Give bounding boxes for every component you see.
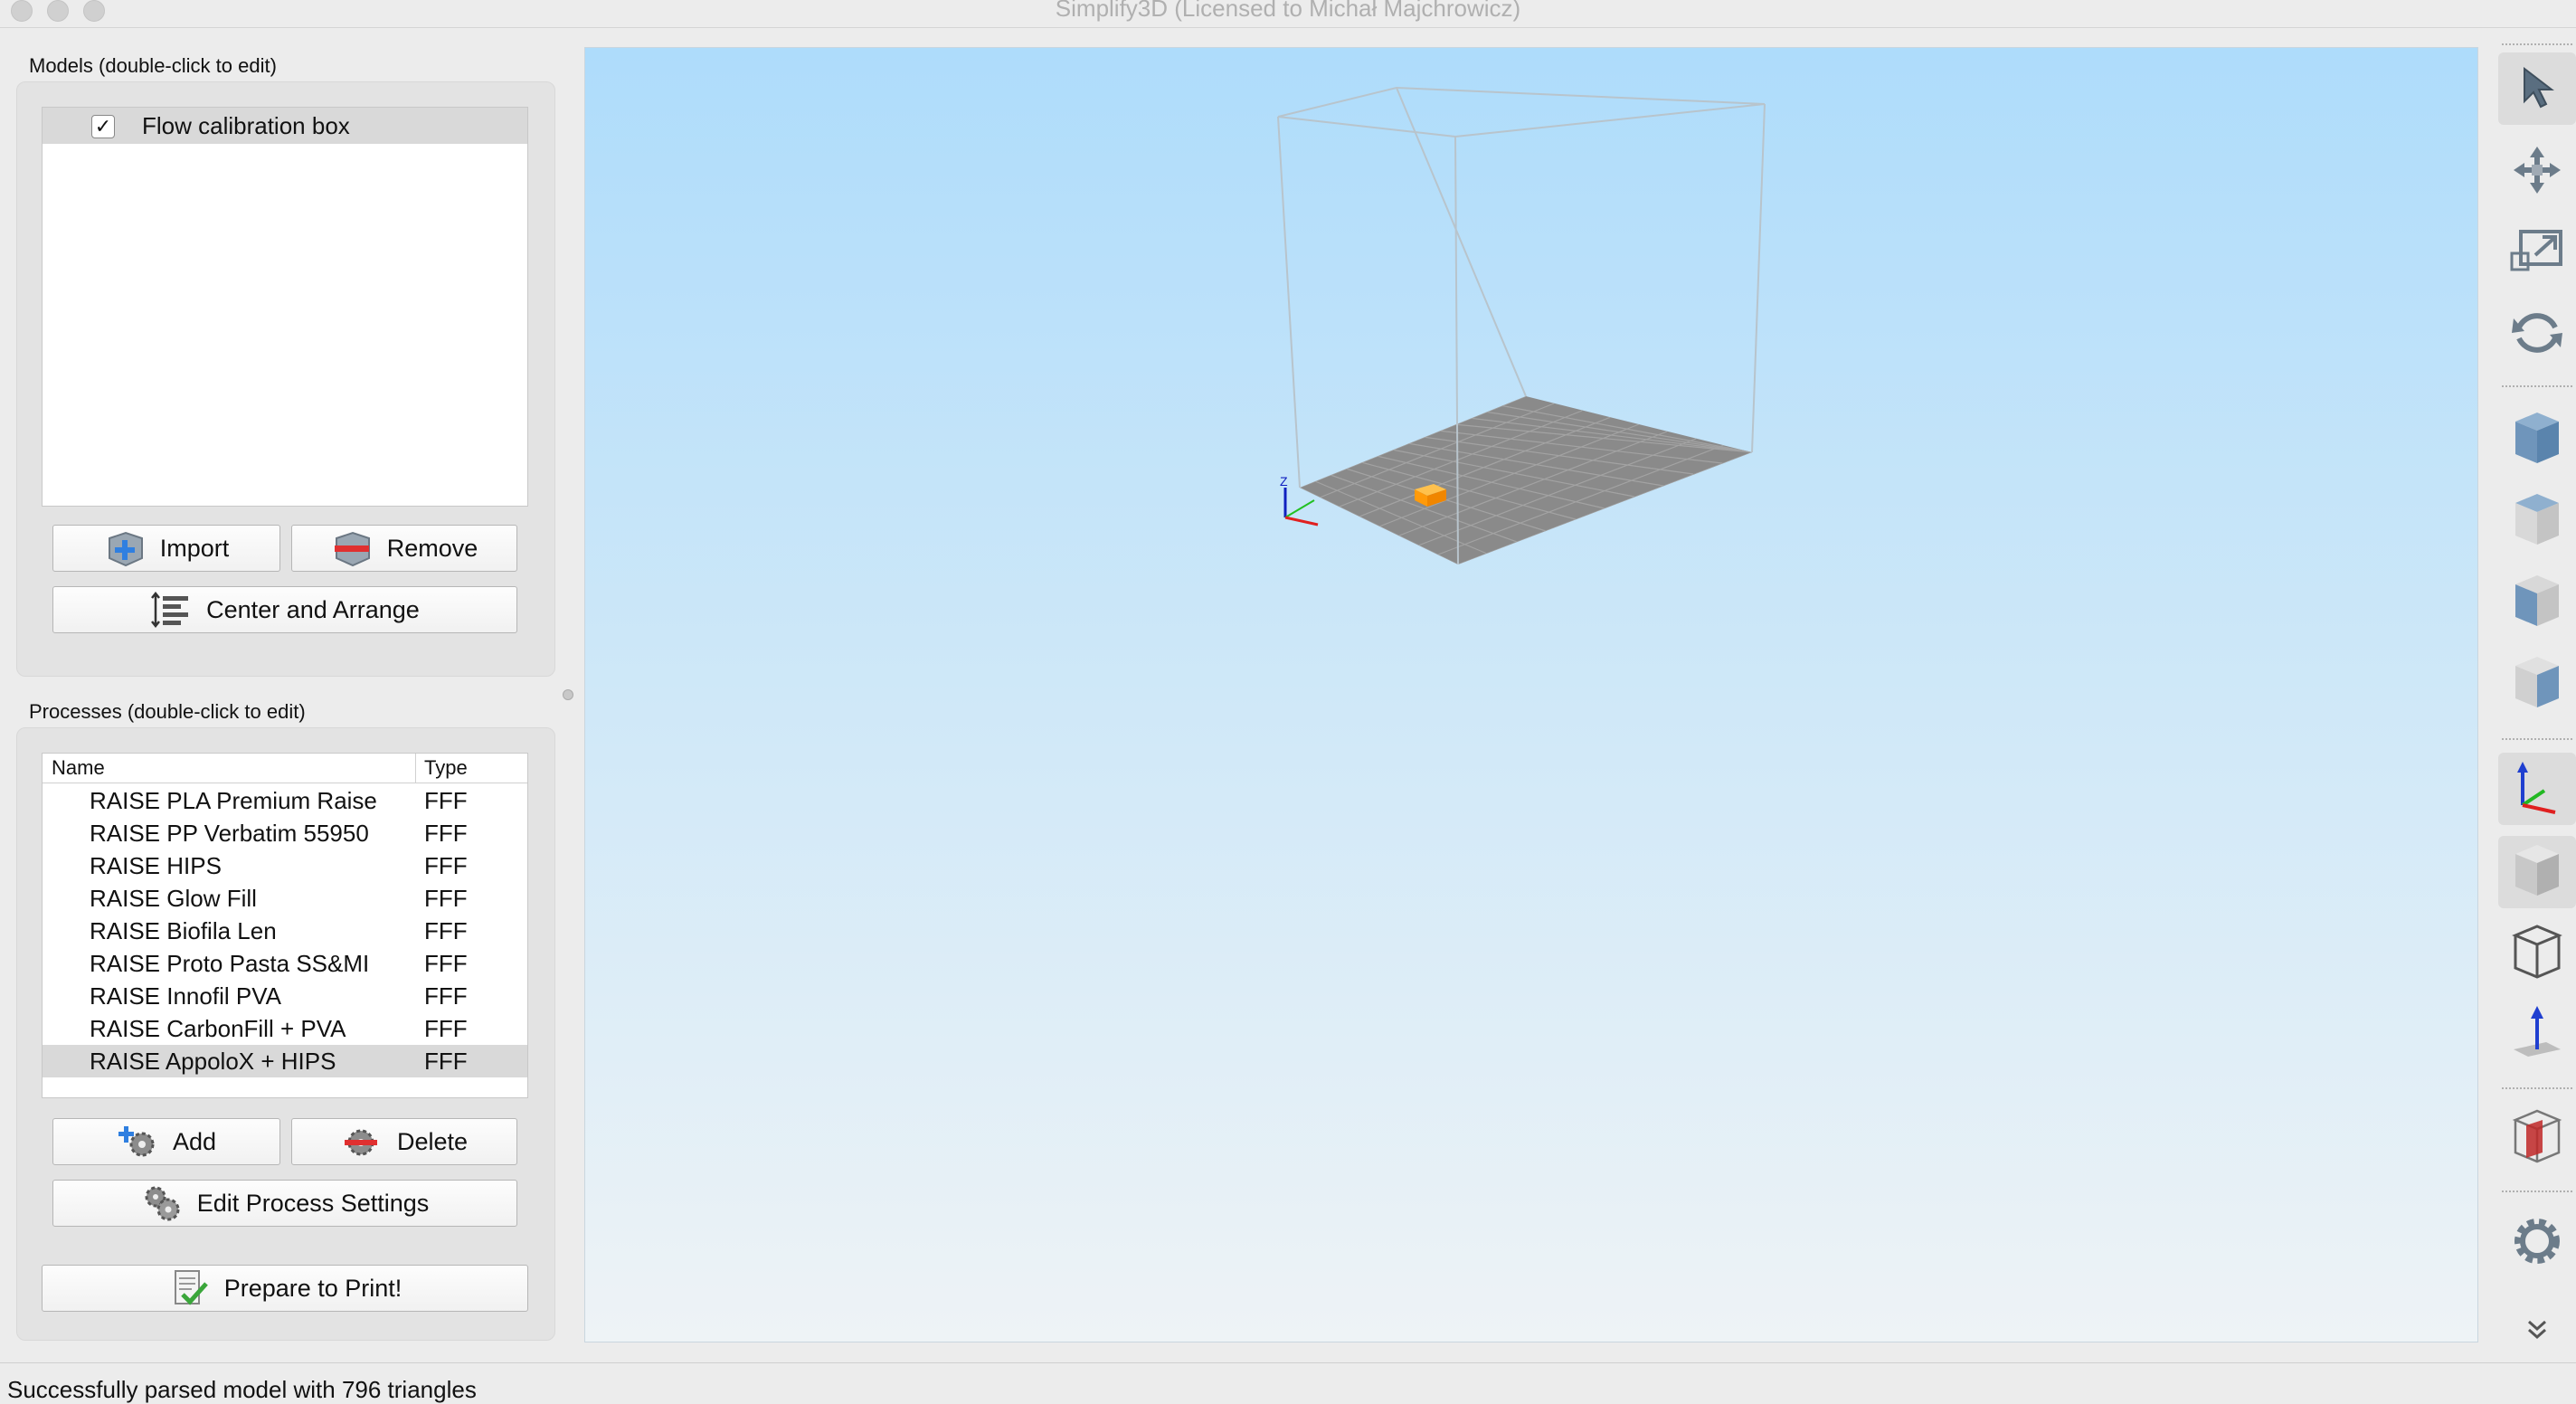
process-name: RAISE PLA Premium Raise	[90, 787, 377, 814]
import-label: Import	[159, 534, 230, 562]
center-and-arrange-label: Center and Arrange	[206, 595, 420, 623]
select-tool-button[interactable]	[2498, 52, 2576, 125]
column-header-type[interactable]: Type	[424, 754, 468, 783]
window-title: Simplify3D (Licensed to Michał Majchrowi…	[1055, 0, 1521, 22]
move-tool-button[interactable]	[2498, 136, 2576, 208]
delete-process-button[interactable]: Delete	[291, 1118, 517, 1165]
settings-gear-icon	[2508, 1212, 2566, 1275]
solid-cube-icon	[2510, 841, 2564, 904]
column-header-name[interactable]: Name	[52, 754, 105, 783]
process-type: FFF	[424, 982, 468, 1010]
build-volume-scene: Z	[1277, 86, 1766, 565]
remove-icon	[331, 529, 373, 567]
cross-section-cube-icon	[2510, 1107, 2564, 1170]
process-type: FFF	[424, 1015, 468, 1042]
import-icon	[104, 529, 146, 567]
prepare-checklist-icon	[168, 1269, 210, 1307]
model-visible-checkbox[interactable]: ✓	[91, 115, 115, 138]
table-row[interactable]: RAISE Innofil PVA FFF	[43, 980, 527, 1012]
more-tools-button[interactable]	[2498, 1306, 2576, 1357]
add-process-button[interactable]: Add	[52, 1118, 280, 1165]
settings-gears-icon	[141, 1184, 183, 1222]
table-row[interactable]: RAISE Biofila Len FFF	[43, 915, 527, 947]
process-name: RAISE HIPS	[90, 852, 222, 879]
processes-table-header: Name Type	[43, 754, 527, 783]
process-name: RAISE Glow Fill	[90, 885, 257, 912]
table-row[interactable]: RAISE Proto Pasta SS&MI FFF	[43, 947, 527, 980]
z-axis-label: Z	[1280, 474, 1288, 489]
process-type: FFF	[424, 917, 468, 944]
move-arrows-icon	[2510, 143, 2564, 202]
side-view-button[interactable]	[2498, 648, 2576, 720]
table-row-selected[interactable]: RAISE AppoloX + HIPS FFF	[43, 1045, 527, 1077]
process-name: RAISE AppoloX + HIPS	[90, 1048, 336, 1075]
process-type: FFF	[424, 787, 468, 814]
process-name: RAISE Innofil PVA	[90, 982, 281, 1010]
process-name: RAISE Biofila Len	[90, 917, 277, 944]
select-arrow-icon	[2514, 63, 2561, 115]
double-chevron-down-icon	[2524, 1316, 2551, 1348]
edit-process-settings-button[interactable]: Edit Process Settings	[52, 1180, 517, 1227]
remove-label: Remove	[386, 534, 478, 562]
table-row[interactable]: RAISE PLA Premium Raise FFF	[43, 784, 527, 817]
models-group-title: Models (double-click to edit)	[29, 54, 277, 77]
table-row[interactable]: RAISE PP Verbatim 55950 FFF	[43, 817, 527, 849]
processes-group-title: Processes (double-click to edit)	[29, 700, 306, 723]
center-and-arrange-button[interactable]: Center and Arrange	[52, 586, 517, 633]
add-gears-icon	[117, 1123, 158, 1161]
delete-gears-icon	[341, 1123, 383, 1161]
model-item[interactable]: ✓ Flow calibration box	[43, 108, 527, 144]
edit-process-settings-label: Edit Process Settings	[196, 1189, 430, 1217]
process-name: RAISE CarbonFill + PVA	[90, 1015, 346, 1042]
prepare-to-print-label: Prepare to Print!	[223, 1274, 402, 1302]
status-message: Successfully parsed model with 796 trian…	[7, 1376, 477, 1403]
solid-view-button[interactable]	[2498, 836, 2576, 908]
rotate-icon	[2508, 304, 2566, 366]
top-view-button[interactable]	[2498, 566, 2576, 639]
view-top-cube-icon	[2510, 572, 2564, 634]
remove-button[interactable]: Remove	[291, 525, 517, 572]
models-list[interactable]: ✓ Flow calibration box	[42, 107, 528, 507]
model-item-label: Flow calibration box	[142, 112, 350, 139]
3d-viewport[interactable]: Z	[584, 47, 2478, 1342]
build-direction-button[interactable]	[2498, 997, 2576, 1069]
cross-section-button[interactable]	[2498, 1102, 2576, 1174]
panel-splitter-handle[interactable]	[563, 689, 573, 700]
scale-icon	[2508, 226, 2566, 281]
rotate-tool-button[interactable]	[2498, 299, 2576, 371]
iso-view-button[interactable]	[2498, 403, 2576, 476]
view-iso-cube-icon	[2510, 409, 2564, 471]
process-type: FFF	[424, 1048, 468, 1075]
table-row[interactable]: RAISE Glow Fill FFF	[43, 882, 527, 915]
processes-table[interactable]: Name Type RAISE PLA Premium Raise FFF RAI…	[42, 753, 528, 1098]
view-front-cube-icon	[2510, 490, 2564, 553]
scale-tool-button[interactable]	[2498, 217, 2576, 289]
axes-icon	[2510, 758, 2564, 821]
arrange-icon	[150, 591, 192, 629]
process-name: RAISE PP Verbatim 55950	[90, 820, 369, 847]
title-bar: Simplify3D (Licensed to Michał Majchrowi…	[0, 0, 2576, 28]
process-type: FFF	[424, 950, 468, 977]
add-process-label: Add	[172, 1127, 217, 1155]
front-view-button[interactable]	[2498, 485, 2576, 557]
table-row[interactable]: RAISE CarbonFill + PVA FFF	[43, 1012, 527, 1045]
settings-button[interactable]	[2498, 1207, 2576, 1279]
build-plate	[1300, 396, 1752, 564]
build-direction-arrow-icon	[2510, 1002, 2564, 1065]
process-type: FFF	[424, 820, 468, 847]
process-type: FFF	[424, 852, 468, 879]
table-row[interactable]: RAISE HIPS FFF	[43, 849, 527, 882]
import-button[interactable]: Import	[52, 525, 280, 572]
status-bar: Successfully parsed model with 796 trian…	[0, 1362, 2576, 1403]
wireframe-view-button[interactable]	[2498, 917, 2576, 990]
delete-process-label: Delete	[396, 1127, 469, 1155]
process-type: FFF	[424, 885, 468, 912]
view-side-cube-icon	[2510, 653, 2564, 716]
wireframe-cube-icon	[2510, 923, 2564, 985]
prepare-to-print-button[interactable]: Prepare to Print!	[42, 1265, 528, 1312]
process-name: RAISE Proto Pasta SS&MI	[90, 950, 370, 977]
toggle-axes-button[interactable]	[2498, 753, 2576, 825]
